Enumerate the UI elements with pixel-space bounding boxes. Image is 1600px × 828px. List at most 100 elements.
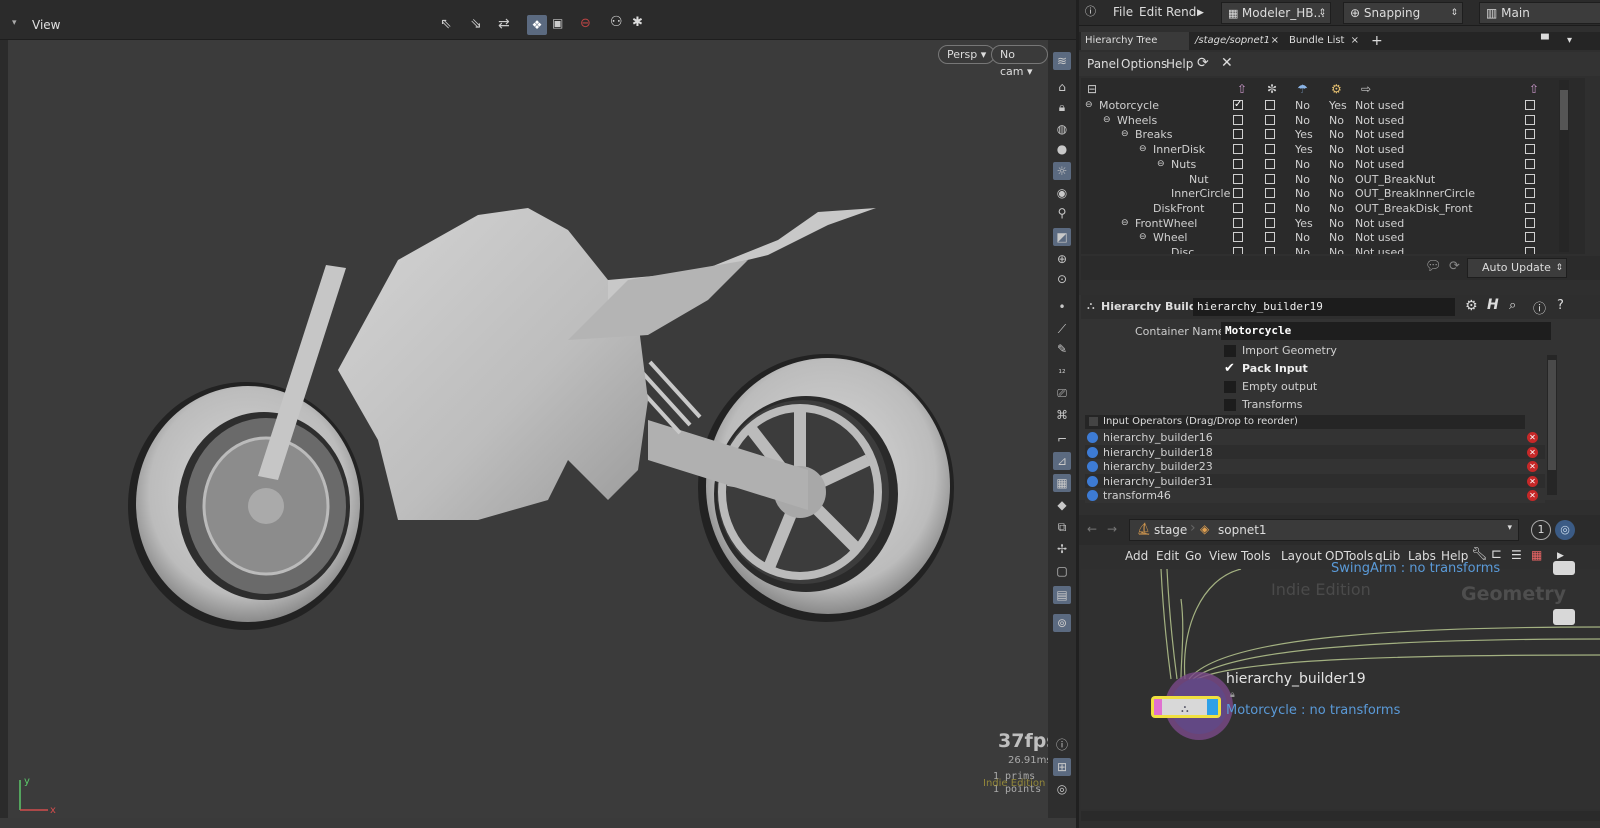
- menu-options[interactable]: Options: [1121, 57, 1167, 71]
- freeze-checkbox[interactable]: [1265, 232, 1275, 243]
- measure-icon[interactable]: ⌐: [1053, 430, 1071, 448]
- path-sopnet[interactable]: sopnet1: [1218, 523, 1267, 537]
- offscreen-node-top[interactable]: [1553, 561, 1575, 575]
- lock-icon[interactable]: 🔒︎: [1053, 98, 1071, 116]
- node-name-field[interactable]: hierarchy_builder19: [1193, 298, 1455, 316]
- freeze-checkbox[interactable]: [1265, 144, 1275, 155]
- snapping-dropdown[interactable]: ⊕ Snapping ⇕: [1343, 2, 1463, 24]
- list-icon[interactable]: ☰: [1511, 548, 1522, 562]
- link-icon[interactable]: ◎: [1555, 520, 1575, 540]
- input-operator-row[interactable]: hierarchy_builder23 ✕: [1085, 459, 1545, 475]
- network-path[interactable]: ⛵︎ stage › ◈ sopnet1 ▾: [1129, 519, 1519, 541]
- visible-checkbox[interactable]: [1233, 144, 1243, 155]
- net-menu-layout[interactable]: Layout: [1281, 549, 1322, 563]
- collapse-icon[interactable]: ⊖: [1139, 230, 1147, 245]
- export-checkbox[interactable]: [1525, 144, 1535, 155]
- export-checkbox[interactable]: [1525, 158, 1535, 169]
- tab-close-icon[interactable]: ×: [1271, 32, 1279, 50]
- menu-render[interactable]: Rend: [1166, 5, 1196, 19]
- menu-overflow-icon[interactable]: ▶: [1197, 8, 1204, 18]
- location-icon[interactable]: ⊚: [1053, 614, 1071, 632]
- collapse-icon[interactable]: ⊖: [1103, 113, 1111, 128]
- help-h-icon[interactable]: H: [1487, 297, 1499, 313]
- bulb-icon[interactable]: ☼: [1053, 162, 1071, 180]
- export-checkbox[interactable]: [1525, 188, 1535, 199]
- menu-edit[interactable]: Edit: [1139, 5, 1162, 19]
- ortho-icon[interactable]: ▦: [1053, 474, 1071, 492]
- tree-row[interactable]: Nut No No OUT_BreakNut: [1081, 172, 1585, 187]
- import-geometry-checkbox[interactable]: [1224, 345, 1236, 357]
- params-scrollbar[interactable]: [1547, 355, 1557, 495]
- freeze-checkbox[interactable]: [1265, 217, 1275, 228]
- visible-checkbox[interactable]: [1233, 247, 1243, 254]
- input-operators-list[interactable]: hierarchy_builder16 ✕ hierarchy_builder18 ✕…: [1085, 430, 1545, 504]
- camera-icon[interactable]: ⚇: [610, 14, 623, 30]
- input-operator-row[interactable]: hierarchy_builder16 ✕: [1085, 430, 1545, 445]
- freeze-checkbox[interactable]: [1265, 158, 1275, 169]
- net-menu-add[interactable]: Add: [1125, 549, 1148, 563]
- empty-output-toggle[interactable]: Empty output: [1224, 378, 1317, 396]
- transform-tool-icon[interactable]: ⇄: [498, 16, 510, 32]
- perspective-dropdown[interactable]: Persp ▾: [938, 45, 996, 64]
- tree-scrollbar[interactable]: [1559, 80, 1569, 252]
- camera-dropdown[interactable]: No cam ▾: [991, 45, 1048, 78]
- remove-operator-icon[interactable]: ✕: [1527, 446, 1538, 458]
- pack-input-checkbox[interactable]: ✔: [1224, 362, 1236, 375]
- grid-icon[interactable]: ⊿: [1053, 452, 1071, 470]
- tree-row[interactable]: ⊖ Wheels No No Not used: [1081, 113, 1585, 128]
- visibility-icon[interactable]: ⊕: [1053, 250, 1071, 268]
- visible-checkbox[interactable]: [1233, 158, 1243, 169]
- path-stage[interactable]: stage: [1154, 523, 1187, 537]
- transforms-toggle[interactable]: Transforms: [1224, 396, 1302, 414]
- remove-operator-icon[interactable]: ✕: [1527, 490, 1538, 502]
- handle-tool-icon[interactable]: ⇘: [470, 16, 482, 32]
- tree-row[interactable]: ⊖ Nuts No No Not used: [1081, 157, 1585, 172]
- tab-stage-sopnet[interactable]: /stage/sopnet1 ×: [1191, 32, 1283, 50]
- tab-hierarchy-tree-viewer[interactable]: Hierarchy Tree Viewer×: [1081, 32, 1189, 64]
- scene-viewport[interactable]: ▾ View ⇖ ⇘ ⇄ ❖ ▣ ⊖ ⚇ ✱ y x Persp ▾ No ca…: [0, 0, 1076, 828]
- pack-input-toggle[interactable]: ✔ Pack Input: [1224, 360, 1308, 378]
- brush-icon[interactable]: ✎: [1053, 340, 1071, 358]
- freeze-checkbox[interactable]: [1265, 114, 1275, 125]
- back-icon[interactable]: ←: [1087, 522, 1097, 536]
- view-menu-icon[interactable]: ▾: [12, 18, 17, 28]
- select-tool-icon[interactable]: ⇖: [440, 16, 452, 32]
- tree-icon[interactable]: ⊏: [1491, 547, 1502, 562]
- menu-panel[interactable]: Panel: [1087, 57, 1119, 71]
- tree-row[interactable]: ⊖ Breaks Yes No Not used: [1081, 127, 1585, 142]
- auto-update-dropdown[interactable]: Auto Update ⇕: [1467, 258, 1567, 278]
- remove-operator-icon[interactable]: ✕: [1527, 432, 1538, 443]
- group-icon[interactable]: ⧉: [1053, 518, 1071, 536]
- visible-checkbox[interactable]: [1233, 202, 1243, 213]
- tree-row[interactable]: ⊖ FrontWheel Yes No Not used: [1081, 216, 1585, 231]
- ops-select-all-checkbox[interactable]: [1089, 417, 1098, 426]
- input-operator-row[interactable]: hierarchy_builder31 ✕: [1085, 473, 1545, 489]
- freeze-checkbox[interactable]: [1265, 202, 1275, 213]
- pane-menu-icon[interactable]: ▾: [1563, 32, 1572, 50]
- visible-checkbox[interactable]: [1233, 173, 1243, 184]
- collapse-icon[interactable]: ⊖: [1085, 98, 1093, 113]
- record-icon[interactable]: ⊖: [580, 16, 591, 31]
- viewport-canvas[interactable]: y x Persp ▾ No cam ▾ 37fps 26.91ms 1 pri…: [8, 40, 1058, 818]
- pin-number[interactable]: 1: [1531, 520, 1551, 540]
- export-checkbox[interactable]: [1525, 100, 1535, 110]
- freeze-checkbox[interactable]: [1265, 173, 1275, 184]
- image-icon[interactable]: ▤: [1053, 586, 1071, 604]
- path-dropdown-icon[interactable]: ▾: [1507, 523, 1512, 533]
- visible-checkbox[interactable]: [1233, 114, 1243, 125]
- palette-icon[interactable]: ▦: [1531, 548, 1542, 562]
- remove-operator-icon[interactable]: ✕: [1527, 475, 1538, 487]
- tree-row[interactable]: Disc No No Not used: [1081, 245, 1585, 254]
- point-light-icon[interactable]: ⚲: [1053, 204, 1071, 222]
- quad-view-icon[interactable]: ⊞: [1053, 758, 1071, 776]
- question-icon[interactable]: ?: [1557, 298, 1564, 313]
- import-geometry-toggle[interactable]: Import Geometry: [1224, 342, 1337, 360]
- export-checkbox[interactable]: [1525, 232, 1535, 243]
- net-menu-view[interactable]: View: [1209, 549, 1237, 563]
- net-menu-edit[interactable]: Edit: [1156, 549, 1179, 563]
- net-menu-tools[interactable]: Tools: [1241, 549, 1271, 563]
- export-checkbox[interactable]: [1525, 114, 1535, 125]
- display-icon[interactable]: ▣: [552, 16, 563, 30]
- input-operator-row[interactable]: transform46 ✕: [1085, 488, 1545, 504]
- tree-row[interactable]: ⊖ InnerDisk Yes No Not used: [1081, 142, 1585, 157]
